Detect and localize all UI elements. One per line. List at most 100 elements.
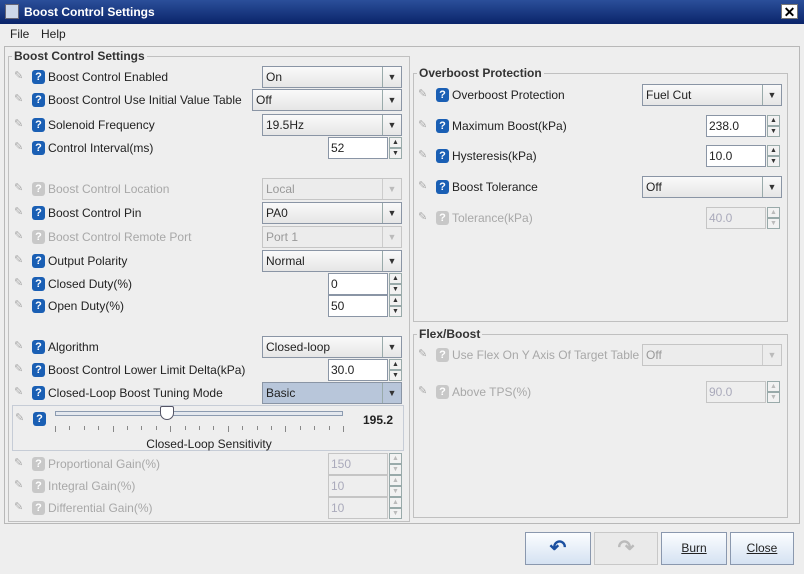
help-icon[interactable]: ? bbox=[32, 277, 45, 291]
burn-button[interactable]: Burn bbox=[661, 532, 727, 565]
differential-gain-spinner: 10 ▲ ▼ bbox=[328, 497, 403, 519]
slider-tick bbox=[299, 426, 301, 430]
chevron-down-icon[interactable]: ▼ bbox=[382, 67, 401, 87]
closed-duty-spinner[interactable]: 0 ▲ ▼ bbox=[328, 273, 403, 295]
slider-ticks bbox=[55, 426, 344, 432]
help-icon: ? bbox=[436, 211, 449, 225]
menu-file[interactable]: File bbox=[10, 27, 29, 41]
use-flex-on-y-axis-of-target-table-label: Use Flex On Y Axis Of Target Table bbox=[452, 348, 640, 362]
help-icon[interactable]: ? bbox=[436, 180, 449, 194]
help-icon[interactable]: ? bbox=[32, 118, 45, 132]
chevron-down-icon[interactable]: ▼ bbox=[382, 115, 401, 135]
help-icon[interactable]: ? bbox=[32, 340, 45, 354]
help-icon[interactable]: ? bbox=[32, 254, 45, 268]
boost-control-pin-select[interactable]: PA0 ▼ bbox=[262, 202, 402, 224]
help-icon: ? bbox=[32, 501, 45, 515]
chevron-down-icon[interactable]: ▼ bbox=[382, 203, 401, 223]
chevron-down-icon[interactable]: ▼ bbox=[382, 337, 401, 357]
closed-loop-boost-tuning-mode-select[interactable]: Basic ▼ bbox=[262, 382, 402, 404]
chevron-down-icon[interactable]: ▼ bbox=[382, 383, 401, 403]
spin-down-icon[interactable]: ▼ bbox=[389, 148, 402, 159]
tolerance-kpa-spinner: 40.0 ▲ ▼ bbox=[706, 207, 781, 229]
selected-value: Closed-loop bbox=[266, 340, 331, 354]
chevron-down-icon[interactable]: ▼ bbox=[762, 177, 781, 197]
edit-icon: ✎ bbox=[14, 70, 24, 82]
output-polarity-select[interactable]: Normal ▼ bbox=[262, 250, 402, 272]
edit-icon: ✎ bbox=[15, 412, 25, 424]
selected-value: On bbox=[266, 70, 283, 84]
edit-icon: ✎ bbox=[14, 340, 24, 352]
spin-down-icon[interactable]: ▼ bbox=[389, 284, 402, 295]
open-duty-field[interactable]: 50 bbox=[328, 295, 388, 317]
boost-control-remote-port-label: Boost Control Remote Port bbox=[48, 230, 192, 244]
help-icon[interactable]: ? bbox=[32, 206, 45, 220]
edit-icon: ✎ bbox=[14, 479, 24, 491]
solenoid-frequency-select[interactable]: 19.5Hz ▼ bbox=[262, 114, 402, 136]
group-title: Overboost Protection bbox=[417, 66, 544, 80]
menu-help[interactable]: Help bbox=[41, 27, 66, 41]
boost-tolerance-select[interactable]: Off ▼ bbox=[642, 176, 782, 198]
selected-value: Off bbox=[256, 93, 272, 107]
spin-up-icon: ▲ bbox=[389, 475, 402, 486]
undo-button[interactable]: ↶ bbox=[525, 532, 591, 565]
slider-tick bbox=[343, 426, 344, 432]
control-interval-ms-spinner[interactable]: 52 ▲ ▼ bbox=[328, 137, 403, 159]
spin-up-icon: ▲ bbox=[389, 497, 402, 508]
help-icon[interactable]: ? bbox=[32, 141, 45, 155]
slider-track[interactable] bbox=[55, 411, 343, 416]
spin-up-icon[interactable]: ▲ bbox=[767, 145, 780, 156]
help-icon[interactable]: ? bbox=[32, 299, 45, 313]
edit-icon: ✎ bbox=[14, 118, 24, 130]
spin-up-icon[interactable]: ▲ bbox=[767, 115, 780, 126]
spin-down-icon[interactable]: ▼ bbox=[389, 370, 402, 381]
chevron-down-icon[interactable]: ▼ bbox=[762, 85, 781, 105]
use-flex-on-y-axis-of-target-table-select: Off ▼ bbox=[642, 344, 782, 366]
spin-down-icon[interactable]: ▼ bbox=[389, 306, 402, 317]
edit-icon: ✎ bbox=[14, 299, 24, 311]
control-interval-ms-label: Control Interval(ms) bbox=[48, 141, 154, 155]
hysteresis-kpa-field[interactable]: 10.0 bbox=[706, 145, 766, 167]
close-window-button[interactable]: ✕ bbox=[781, 4, 798, 19]
tolerance-kpa-field: 40.0 bbox=[706, 207, 766, 229]
help-icon[interactable]: ? bbox=[32, 70, 45, 84]
boost-control-enabled-select[interactable]: On ▼ bbox=[262, 66, 402, 88]
chevron-down-icon: ▼ bbox=[762, 345, 781, 365]
chevron-down-icon: ▼ bbox=[382, 227, 401, 247]
slider-tick bbox=[112, 426, 114, 432]
spin-up-icon[interactable]: ▲ bbox=[389, 295, 402, 306]
spin-down-icon[interactable]: ▼ bbox=[767, 156, 780, 167]
chevron-down-icon[interactable]: ▼ bbox=[382, 251, 401, 271]
edit-icon: ✎ bbox=[418, 119, 428, 131]
help-icon[interactable]: ? bbox=[33, 412, 46, 426]
overboost-protection-select[interactable]: Fuel Cut ▼ bbox=[642, 84, 782, 106]
help-icon[interactable]: ? bbox=[32, 363, 45, 377]
proportional-gain-label: Proportional Gain(%) bbox=[48, 457, 161, 471]
chevron-down-icon[interactable]: ▼ bbox=[382, 90, 401, 110]
maximum-boost-kpa-field[interactable]: 238.0 bbox=[706, 115, 766, 137]
slider-label: Closed-Loop Sensitivity bbox=[146, 437, 272, 451]
boost-control-use-initial-value-table-select[interactable]: Off ▼ bbox=[252, 89, 402, 111]
open-duty-spinner[interactable]: 50 ▲ ▼ bbox=[328, 295, 403, 317]
spin-up-icon[interactable]: ▲ bbox=[389, 359, 402, 370]
hysteresis-kpa-spinner[interactable]: 10.0 ▲ ▼ bbox=[706, 145, 781, 167]
redo-button[interactable]: ↷ bbox=[594, 532, 658, 565]
spin-down-icon[interactable]: ▼ bbox=[767, 126, 780, 137]
maximum-boost-kpa-spinner[interactable]: 238.0 ▲ ▼ bbox=[706, 115, 781, 137]
slider-tick bbox=[155, 426, 157, 430]
boost-control-lower-limit-delta-kpa-field[interactable]: 30.0 bbox=[328, 359, 388, 381]
algorithm-select[interactable]: Closed-loop ▼ bbox=[262, 336, 402, 358]
help-icon[interactable]: ? bbox=[436, 119, 449, 133]
slider-thumb[interactable] bbox=[160, 406, 175, 420]
help-icon[interactable]: ? bbox=[436, 149, 449, 163]
help-icon[interactable]: ? bbox=[32, 386, 45, 400]
spin-down-icon: ▼ bbox=[389, 486, 402, 497]
help-icon[interactable]: ? bbox=[32, 93, 45, 107]
help-icon[interactable]: ? bbox=[436, 88, 449, 102]
closed-duty-field[interactable]: 0 bbox=[328, 273, 388, 295]
boost-control-lower-limit-delta-kpa-spinner[interactable]: 30.0 ▲ ▼ bbox=[328, 359, 403, 381]
close-button[interactable]: Close bbox=[730, 532, 794, 565]
control-interval-ms-field[interactable]: 52 bbox=[328, 137, 388, 159]
slider-tick bbox=[227, 426, 229, 432]
spin-up-icon[interactable]: ▲ bbox=[389, 137, 402, 148]
spin-up-icon[interactable]: ▲ bbox=[389, 273, 402, 284]
